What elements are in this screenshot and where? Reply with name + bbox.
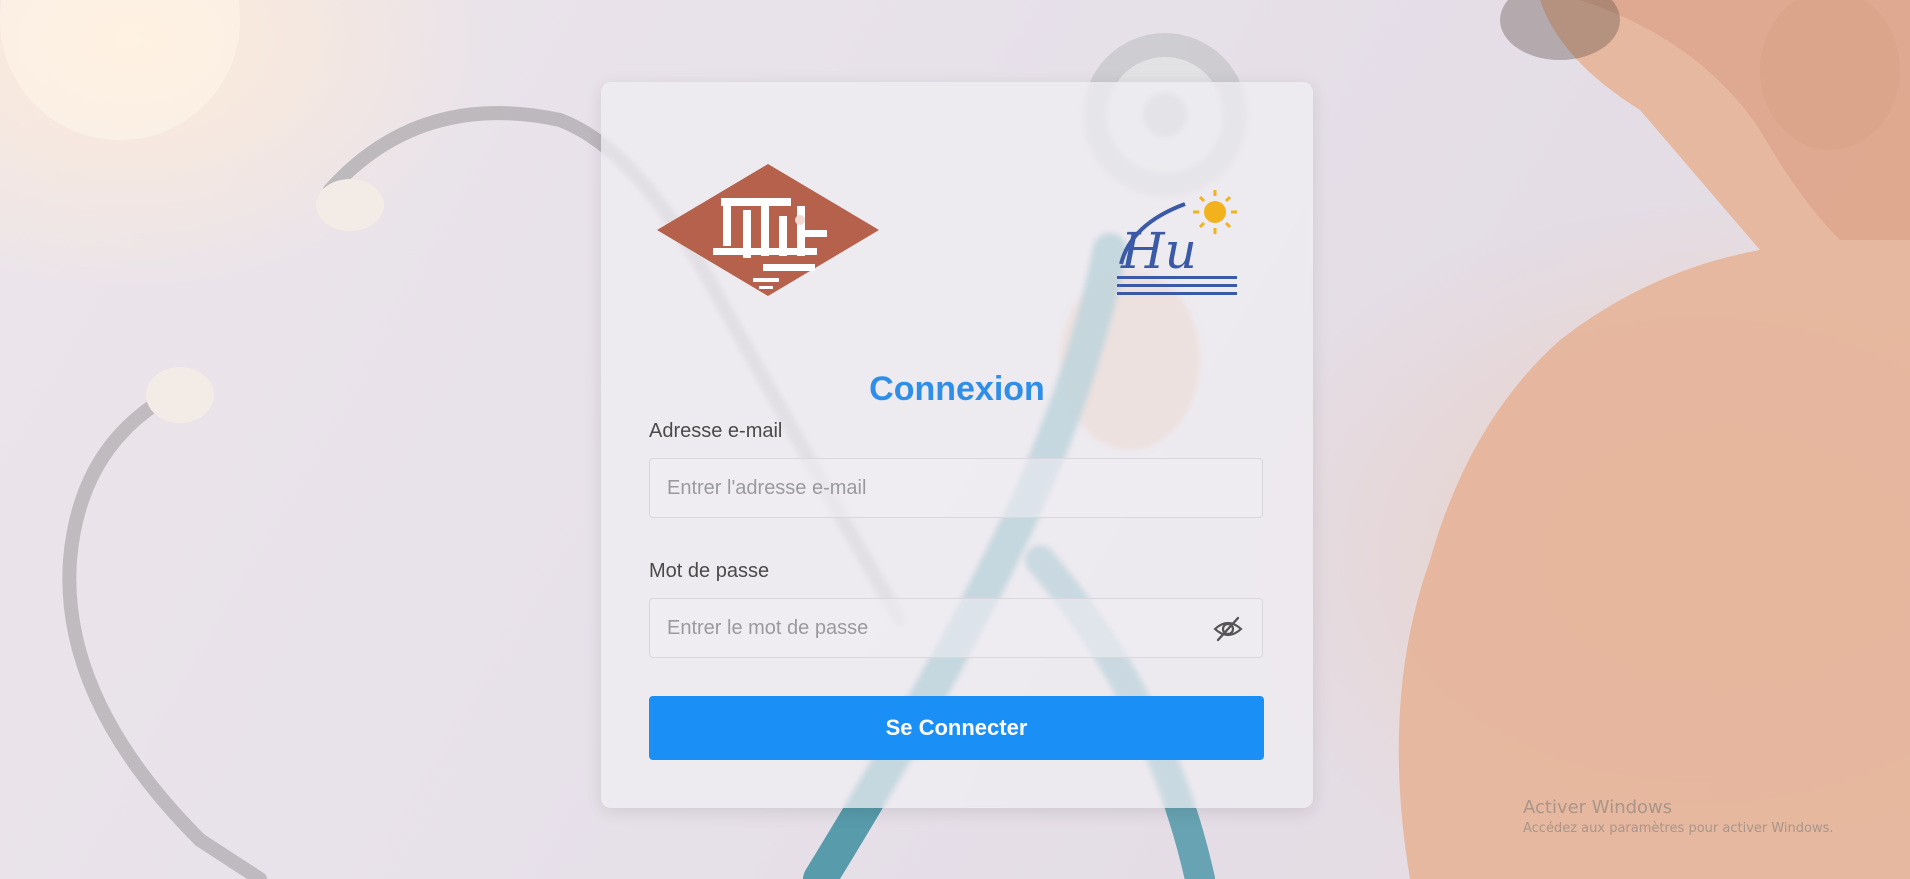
email-label: Adresse e-mail xyxy=(649,420,783,442)
chu-hospital-logo: Hu xyxy=(1117,190,1237,295)
svg-text:Hu: Hu xyxy=(1120,222,1197,280)
password-label: Mot de passe xyxy=(649,560,770,582)
login-button[interactable]: Se Connecter xyxy=(649,696,1264,760)
password-field-container xyxy=(649,598,1263,658)
windows-activation-watermark: Activer Windows Accédez aux paramètres p… xyxy=(1523,797,1834,836)
page-title: Connexion xyxy=(869,370,1045,408)
email-input[interactable] xyxy=(650,459,1207,517)
university-logo xyxy=(657,164,879,296)
login-card: Hu Connexion Adresse e-mail Mot de passe… xyxy=(601,82,1313,808)
password-input[interactable] xyxy=(650,599,1207,657)
email-field-container xyxy=(649,458,1263,518)
watermark-title: Activer Windows xyxy=(1523,797,1673,818)
watermark-subtitle: Accédez aux paramètres pour activer Wind… xyxy=(1523,821,1834,836)
eye-slash-icon[interactable] xyxy=(1212,613,1244,645)
